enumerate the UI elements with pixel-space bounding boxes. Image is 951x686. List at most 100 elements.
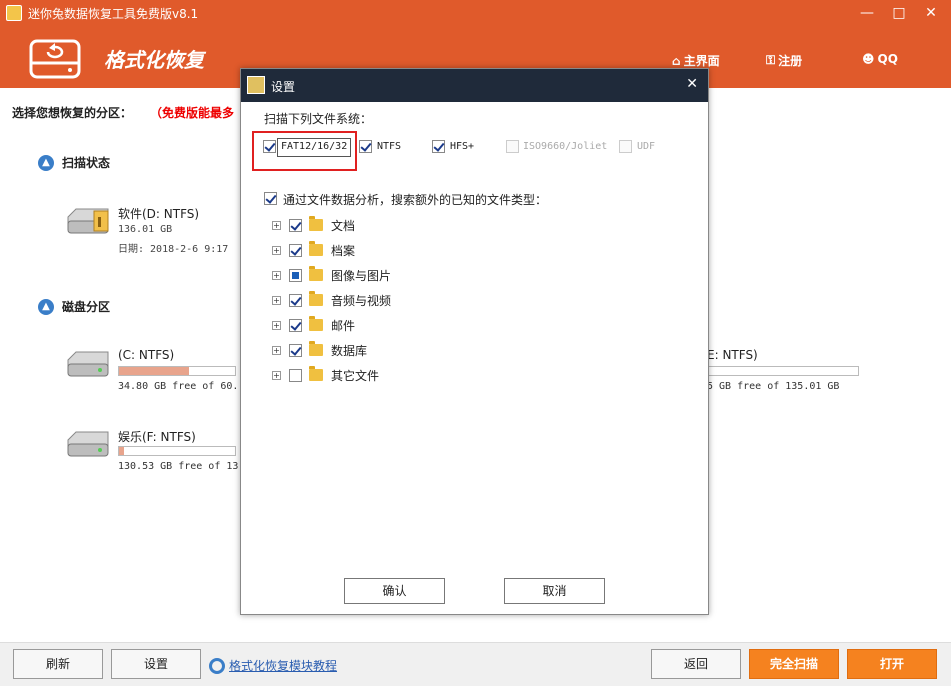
expand-icon[interactable]: + bbox=[272, 370, 281, 380]
scan-drive-name: 软件(D: NTFS) bbox=[118, 207, 200, 221]
filetype-row-archives[interactable]: + 档案 bbox=[272, 241, 355, 259]
partition-usage-bar bbox=[707, 366, 859, 376]
usage-fill bbox=[119, 367, 189, 375]
hard-drive-icon bbox=[67, 208, 109, 234]
scan-drive-date: 日期: 2018-2-6 9:17 bbox=[118, 244, 229, 255]
filetype-row-images[interactable]: + 图像与图片 bbox=[272, 266, 391, 284]
filetype-label: 档案 bbox=[331, 243, 356, 258]
filetype-checkbox[interactable] bbox=[289, 243, 302, 257]
filetype-row-email[interactable]: + 邮件 bbox=[272, 316, 355, 334]
window-title: 迷你兔数据恢复工具免费版v8.1 bbox=[28, 7, 199, 21]
fs-hfs-checkbox[interactable] bbox=[432, 140, 445, 153]
fs-hfs-label: HFS+ bbox=[450, 141, 475, 152]
folder-icon bbox=[309, 316, 323, 331]
filetype-label: 邮件 bbox=[331, 318, 356, 333]
folder-icon bbox=[309, 241, 323, 256]
dialog-app-icon bbox=[247, 76, 265, 94]
confirm-button[interactable]: 确认 bbox=[344, 578, 445, 604]
hard-drive-icon bbox=[67, 351, 109, 377]
fs-iso-checkbox bbox=[506, 140, 519, 153]
register-link[interactable]: ⚿ 注册 bbox=[766, 52, 802, 69]
folder-icon bbox=[309, 341, 323, 356]
fs-ntfs-label: NTFS bbox=[377, 141, 402, 152]
app-icon bbox=[6, 5, 22, 21]
filetype-label: 图像与图片 bbox=[331, 268, 392, 283]
partition-usage-bar bbox=[118, 446, 236, 456]
filetype-checkbox[interactable] bbox=[289, 343, 302, 357]
qq-label: QQ bbox=[877, 52, 898, 66]
expand-icon[interactable]: + bbox=[272, 270, 281, 280]
fs-section-label: 扫描下列文件系统： bbox=[264, 112, 373, 126]
fs-iso-label: ISO9660/Joliet bbox=[523, 141, 608, 152]
minimize-button[interactable]: — bbox=[856, 2, 878, 24]
filetype-checkbox[interactable] bbox=[289, 218, 302, 232]
expand-icon[interactable]: + bbox=[272, 320, 281, 330]
expand-icon[interactable]: + bbox=[272, 295, 281, 305]
partition-name: E: NTFS) bbox=[707, 348, 758, 362]
folder-icon bbox=[309, 216, 323, 231]
tutorial-label: 格式化恢复模块教程 bbox=[229, 659, 338, 673]
usage-fill bbox=[119, 447, 124, 455]
partition-free-space: 34.80 GB free of 60. bbox=[118, 381, 239, 392]
title-bar: 迷你兔数据恢复工具免费版v8.1 — □ ✕ bbox=[0, 0, 951, 26]
expand-icon[interactable]: + bbox=[272, 220, 281, 230]
home-icon: ⌂ bbox=[672, 53, 681, 68]
filetype-label: 文档 bbox=[331, 218, 356, 233]
hard-drive-logo-icon bbox=[29, 39, 81, 79]
partition-usage-bar bbox=[118, 366, 236, 376]
filetype-checkbox[interactable] bbox=[289, 368, 302, 382]
partition-name: 娱乐(F: NTFS) bbox=[118, 430, 196, 444]
analysis-checkbox[interactable] bbox=[264, 192, 277, 205]
refresh-button[interactable]: 刷新 bbox=[13, 649, 103, 679]
folder-icon bbox=[309, 366, 323, 381]
choose-partition-label: 选择您想恢复的分区： bbox=[12, 106, 133, 120]
dialog-close-button[interactable]: ✕ bbox=[686, 76, 698, 92]
scan-status-title: 扫描状态 bbox=[62, 156, 111, 170]
open-button[interactable]: 打开 bbox=[847, 649, 937, 679]
close-button[interactable]: ✕ bbox=[920, 2, 942, 24]
dialog-title: 设置 bbox=[271, 80, 296, 94]
fs-fat-checkbox[interactable] bbox=[263, 140, 276, 153]
dialog-title-bar: 设置 ✕ bbox=[241, 69, 708, 102]
fs-fat-label: FAT12/16/32 bbox=[281, 141, 348, 152]
folder-icon bbox=[309, 266, 323, 281]
filetype-row-documents[interactable]: + 文档 bbox=[272, 216, 355, 234]
qq-link[interactable]: ☻ QQ bbox=[862, 52, 898, 66]
hard-drive-icon bbox=[67, 431, 109, 457]
collapse-icon[interactable]: ▲ bbox=[38, 154, 54, 171]
expand-icon[interactable]: + bbox=[272, 345, 281, 355]
analysis-label: 通过文件数据分析，搜索额外的已知的文件类型： bbox=[283, 193, 548, 207]
full-scan-button[interactable]: 完全扫描 bbox=[749, 649, 839, 679]
partition-name: (C: NTFS) bbox=[118, 348, 175, 362]
collapse-icon[interactable]: ▲ bbox=[38, 298, 54, 315]
register-label: 注册 bbox=[778, 54, 803, 68]
filetype-checkbox[interactable] bbox=[289, 293, 302, 307]
maximize-button[interactable]: □ bbox=[888, 2, 910, 24]
fs-udf-checkbox bbox=[619, 140, 632, 153]
back-button[interactable]: 返回 bbox=[651, 649, 741, 679]
lifebuoy-icon bbox=[209, 657, 225, 674]
filetype-row-database[interactable]: + 数据库 bbox=[272, 341, 367, 359]
qq-icon: ☻ bbox=[862, 52, 875, 66]
home-label: 主界面 bbox=[683, 54, 720, 68]
disk-partition-header[interactable]: ▲ 磁盘分区 bbox=[38, 298, 110, 315]
key-icon: ⚿ bbox=[766, 53, 776, 67]
filetype-label: 音频与视频 bbox=[331, 293, 392, 308]
partition-free-space: 5 GB free of 135.01 GB bbox=[707, 381, 840, 392]
filetype-label: 其它文件 bbox=[331, 368, 380, 383]
cancel-button[interactable]: 取消 bbox=[504, 578, 605, 604]
scan-drive-size: 136.01 GB bbox=[118, 224, 173, 235]
filetype-row-other[interactable]: + 其它文件 bbox=[272, 366, 379, 384]
scan-status-header[interactable]: ▲ 扫描状态 bbox=[38, 154, 110, 171]
settings-button[interactable]: 设置 bbox=[111, 649, 201, 679]
partition-free-space: 130.53 GB free of 13 bbox=[118, 461, 239, 472]
filetype-label: 数据库 bbox=[331, 343, 368, 358]
expand-icon[interactable]: + bbox=[272, 245, 281, 255]
fs-ntfs-checkbox[interactable] bbox=[359, 140, 372, 153]
filetype-checkbox[interactable] bbox=[289, 268, 302, 282]
filetype-row-audio-video[interactable]: + 音频与视频 bbox=[272, 291, 391, 309]
disk-partition-title: 磁盘分区 bbox=[62, 300, 111, 314]
filetype-checkbox[interactable] bbox=[289, 318, 302, 332]
tutorial-link[interactable]: 格式化恢复模块教程 bbox=[209, 657, 337, 674]
home-link[interactable]: ⌂ 主界面 bbox=[672, 52, 720, 69]
